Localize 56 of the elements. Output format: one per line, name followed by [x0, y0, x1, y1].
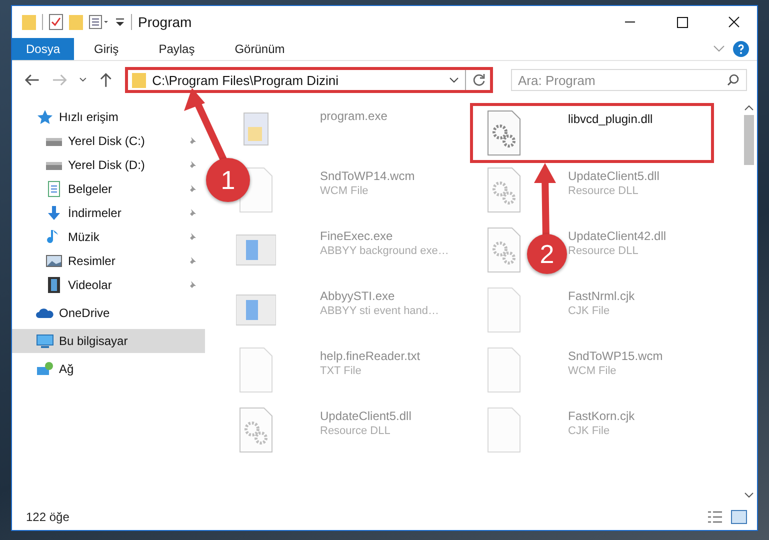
- sidebar-item[interactable]: Yerel Disk (C:): [12, 129, 205, 153]
- sidebar-item[interactable]: OneDrive: [12, 301, 205, 325]
- sidebar-item[interactable]: Hızlı erişim: [12, 105, 205, 129]
- file-type: ABBYY background exe…: [320, 245, 449, 257]
- star-icon: [36, 109, 54, 125]
- file-type: WCM File: [568, 365, 618, 377]
- scroll-down-icon[interactable]: [744, 492, 754, 498]
- ribbon-tab[interactable]: Görünüm: [214, 38, 305, 60]
- sidebar-item[interactable]: Yerel Disk (D:): [12, 153, 205, 177]
- sidebar-item[interactable]: Müzik: [12, 225, 205, 249]
- folder-icon[interactable]: [22, 14, 36, 30]
- refresh-icon[interactable]: [472, 73, 486, 87]
- file-name[interactable]: libvcd_plugin.dll: [568, 112, 653, 126]
- scroll-up-icon[interactable]: [744, 105, 754, 111]
- chevron-down-icon[interactable]: [449, 77, 459, 83]
- download-arrow-icon: [45, 205, 63, 221]
- file-type: ABBYY sti event hand…: [320, 305, 440, 317]
- chevron-down-icon[interactable]: [79, 77, 88, 83]
- file-type: CJK File: [568, 305, 611, 317]
- file-type: Resource DLL: [568, 245, 640, 257]
- file-type: Resource DLL: [320, 425, 392, 437]
- forward-arrow-icon[interactable]: [52, 73, 68, 87]
- file-type: Resource DLL: [568, 185, 640, 197]
- file-type: CJK File: [568, 425, 611, 437]
- help-icon[interactable]: [733, 41, 749, 57]
- monitor-icon: [36, 333, 54, 349]
- item-count: 122 öğe: [26, 510, 70, 524]
- document-icon: [45, 181, 63, 197]
- view-options-icon[interactable]: [89, 15, 109, 29]
- address-bar[interactable]: C:\Program Files\Program Dizini: [125, 67, 493, 93]
- scrollbar-thumb[interactable]: [744, 115, 754, 165]
- folder-icon[interactable]: [69, 14, 83, 30]
- sidebar-item[interactable]: İndirmeler: [12, 201, 205, 225]
- search-field[interactable]: Ara: Program: [511, 69, 747, 91]
- up-arrow-icon[interactable]: [99, 72, 114, 88]
- window-title: Program: [138, 14, 192, 30]
- customize-toolbar-icon[interactable]: [115, 17, 125, 27]
- folder-icon: [132, 72, 146, 88]
- film-icon: [45, 277, 63, 293]
- ribbon-tab[interactable]: Paylaş: [138, 38, 215, 60]
- file-type: TXT File: [320, 365, 362, 377]
- ribbon-tab[interactable]: Dosya: [12, 38, 74, 60]
- sidebar-item[interactable]: Videolar: [12, 273, 205, 297]
- sidebar-item[interactable]: Resimler: [12, 249, 205, 273]
- sidebar-item[interactable]: Ağ: [12, 357, 205, 381]
- sidebar-item[interactable]: Belgeler: [12, 177, 205, 201]
- file-type: WCM File: [320, 185, 370, 197]
- large-icons-view-icon[interactable]: [731, 510, 747, 524]
- details-view-icon[interactable]: [707, 510, 723, 524]
- picture-icon: [45, 253, 63, 269]
- properties-icon[interactable]: [49, 14, 63, 30]
- ribbon-tab[interactable]: Giriş: [74, 38, 139, 60]
- back-arrow-icon[interactable]: [24, 73, 40, 87]
- search-icon[interactable]: [727, 74, 739, 86]
- network-icon: [36, 361, 54, 377]
- sidebar-item[interactable]: Bu bilgisayar: [12, 329, 205, 353]
